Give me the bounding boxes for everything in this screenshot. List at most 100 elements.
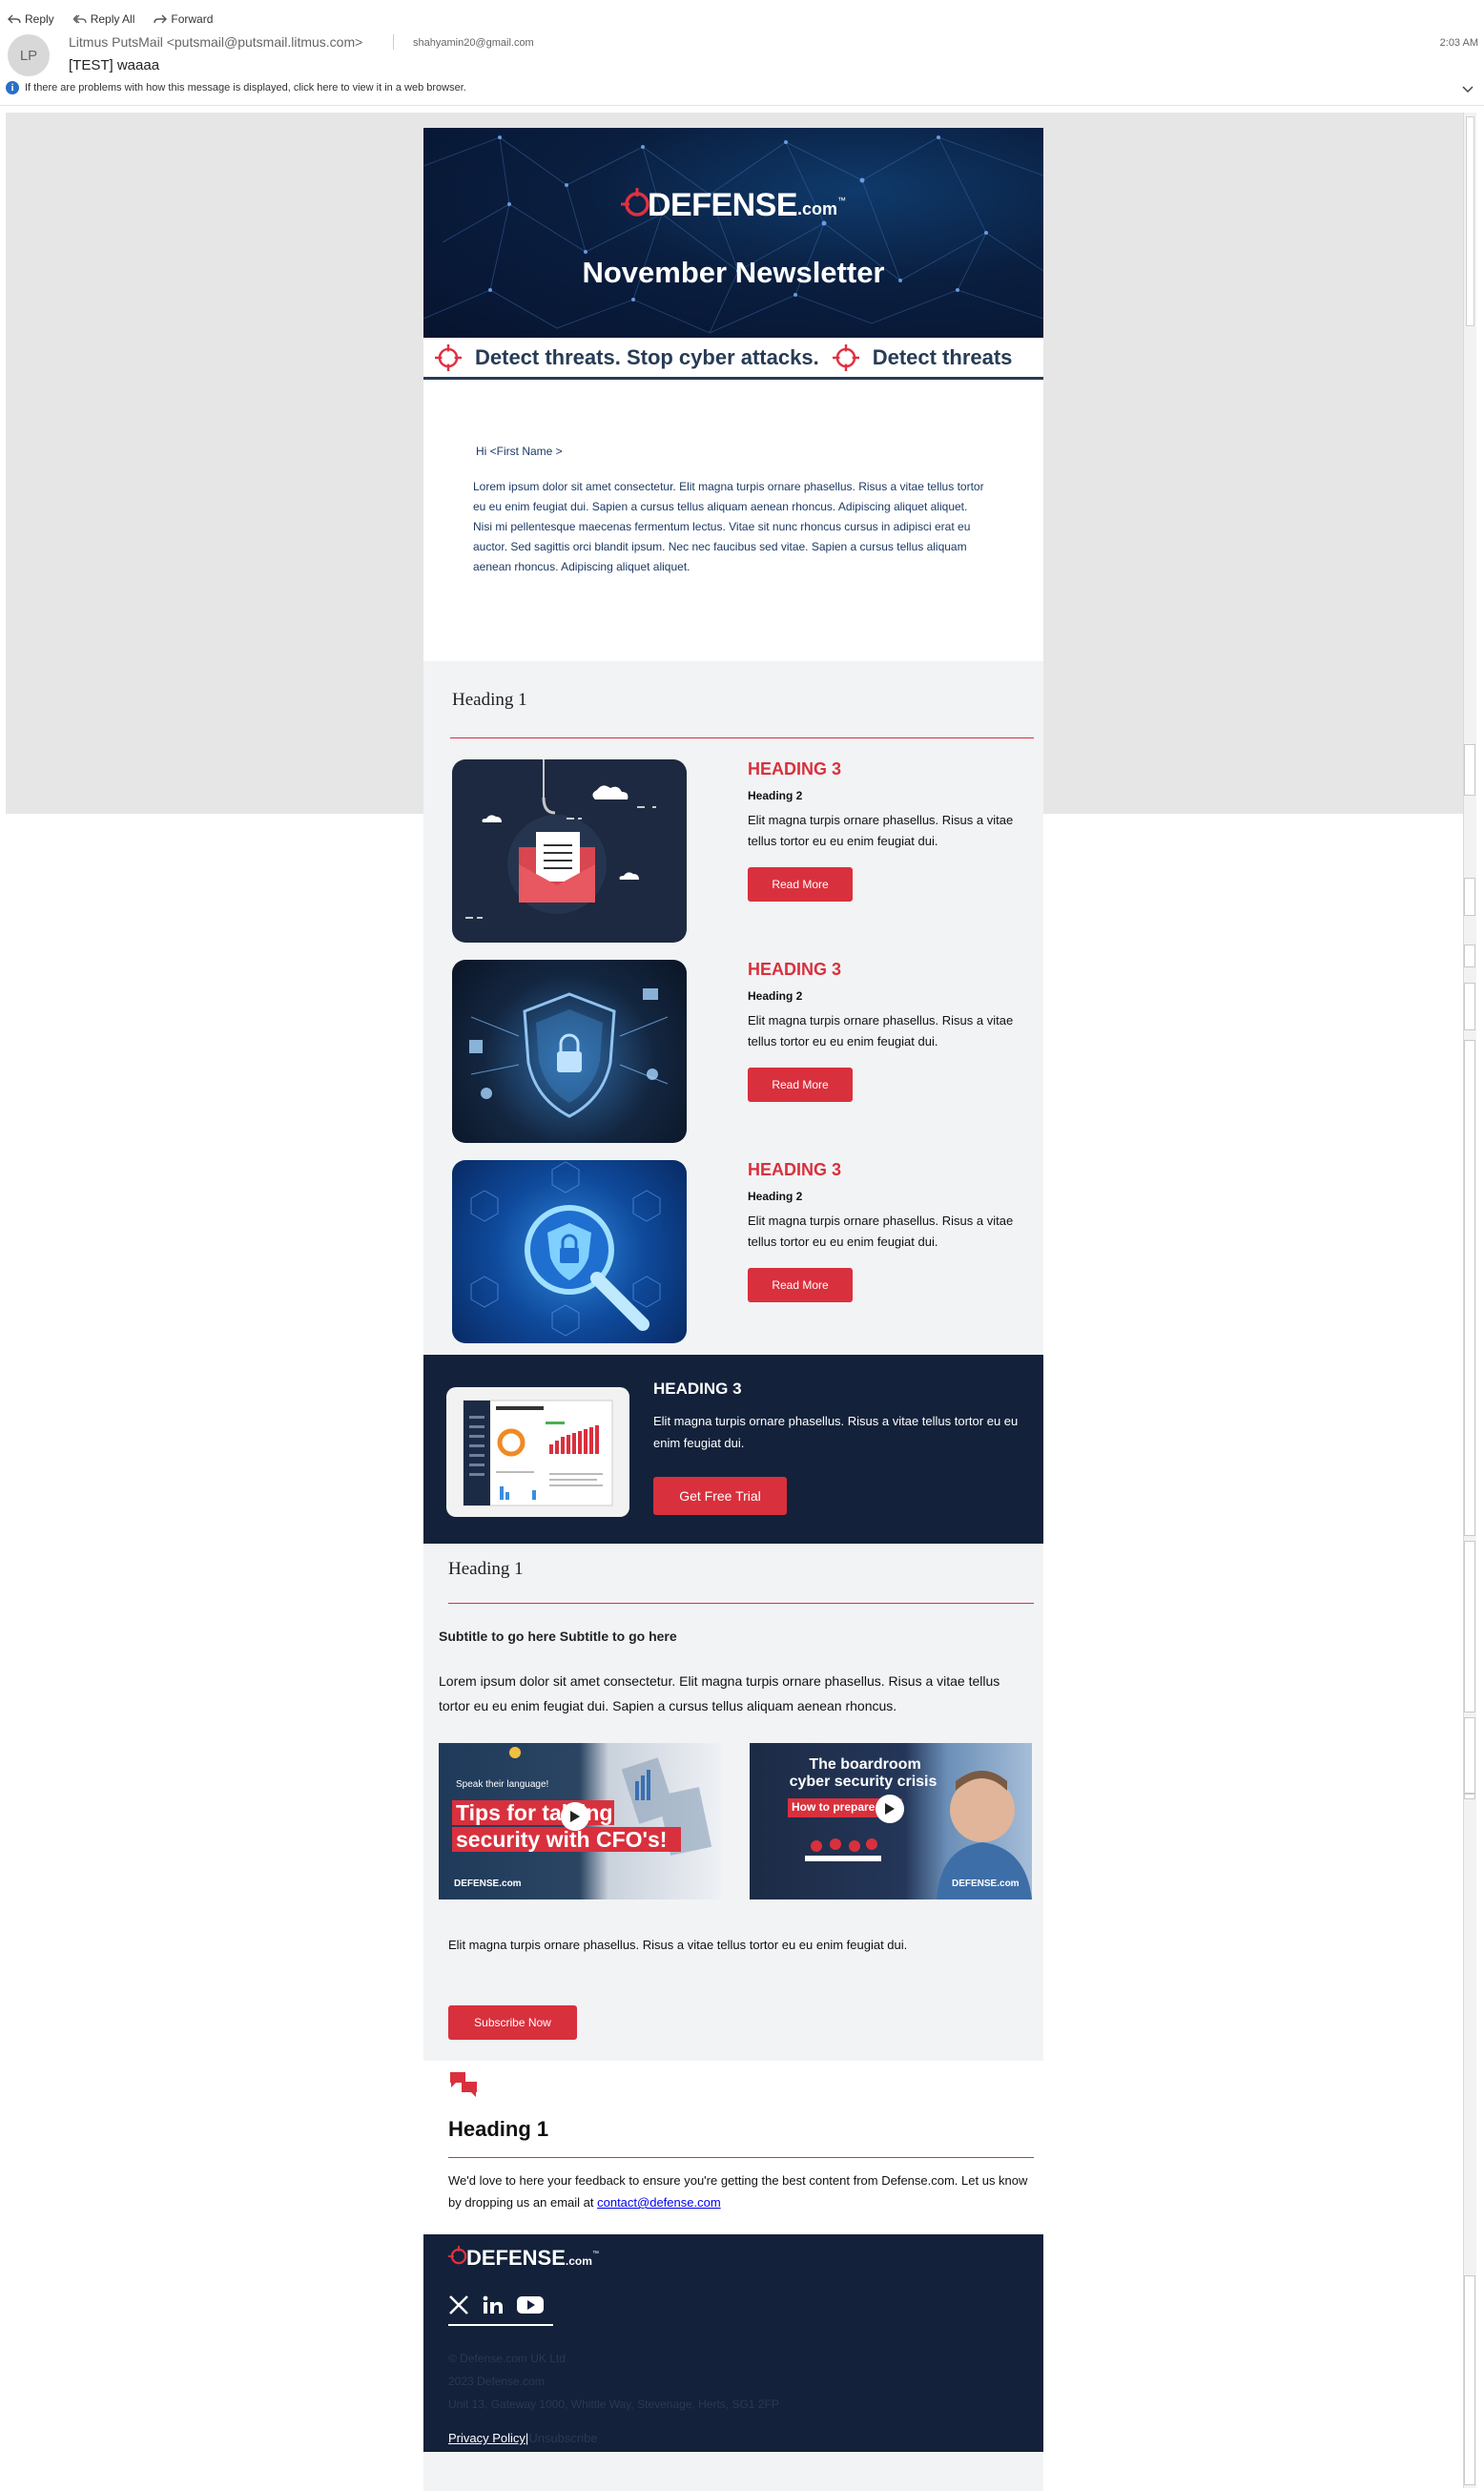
scrollbar-marker [1464,744,1475,796]
intro-paragraph-2: Nisi mi pellentesque maecenas fermentum … [473,520,971,573]
chevron-down-icon[interactable] [1459,82,1476,97]
video-brand: DEFENSE.com [952,1879,1020,1889]
feedback-heading: Heading 1 [448,2117,549,2141]
magnifier-lock-icon[interactable] [452,1160,687,1343]
footer-address: Unit 13, Gateway 1000, Whittle Way, Stev… [448,2398,779,2411]
email-bottom-spacer [423,2452,1043,2491]
play-icon[interactable] [561,1802,589,1831]
newsletter-banner: DEFENSE .com ™ November Newsletter [423,128,1043,338]
footer: DEFENSE .com ™ © Defense.com UK Ltd 2023… [423,2234,1043,2460]
reply-all-label: Reply All [90,12,135,26]
article-summary: Elit magna turpis ornare phasellus. Risu… [748,813,1014,848]
unsubscribe-link[interactable]: Unsubscribe [528,2431,597,2445]
scrollbar-marker [1464,1040,1475,1536]
phishing-envelope-icon[interactable] [452,759,687,943]
scrollbar-marker [1464,945,1475,967]
trademark: ™ [837,195,847,205]
target-icon [435,343,462,371]
forward-button[interactable]: Forward [154,10,213,29]
avatar[interactable]: LP [8,34,50,76]
message-toolbar: Reply Reply All Forward [8,10,213,29]
article-heading-3: HEADING 3 [748,1160,842,1179]
reply-icon [8,13,21,25]
info-text[interactable]: If there are problems with how this mess… [25,82,466,93]
read-more-button[interactable]: Read More [748,1268,853,1302]
articles-section: Heading 1 HEADING 3 Heading 2 Elit magna… [423,661,1043,1355]
footer-divider [448,2324,553,2326]
video-thumbnail[interactable]: Speak their language! Tips for talking s… [439,1743,721,1899]
forward-label: Forward [171,12,214,26]
video-caption: Elit magna turpis ornare phasellus. Risu… [448,1938,908,1952]
info-bar[interactable]: i If there are problems with how this me… [6,81,466,94]
social-links [448,2295,544,2315]
scrollbar-marker [1464,1541,1475,1713]
intro-paragraph-1: Lorem ipsum dolor sit amet consectetur. … [473,480,984,513]
red-divider [448,2157,1034,2158]
reply-button[interactable]: Reply [8,10,54,29]
feedback-section: Heading 1 We'd love to here your feedbac… [423,2061,1043,2234]
section-heading: Heading 1 [448,1559,524,1579]
reply-all-button[interactable]: Reply All [72,10,135,29]
brand-name: DEFENSE [647,187,798,223]
subtitle: Subtitle to go here Subtitle to go here [439,1629,677,1644]
recipient[interactable]: shahyamin20@gmail.com [413,37,534,49]
footer-brand: DEFENSE [466,2246,566,2270]
header-divider [393,34,394,50]
dashboard-preview-image[interactable] [446,1387,629,1517]
network-pattern [423,135,1043,334]
article-heading-3: HEADING 3 [748,960,842,979]
article-text: HEADING 3 Heading 2 Elit magna turpis or… [748,759,1043,960]
article-heading-3: HEADING 3 [748,759,842,778]
video-title-line-2: security with CFO's! [456,1827,668,1852]
defense-logo[interactable]: DEFENSE .com ™ [423,187,1043,224]
footer-brand-suffix: .com [565,2254,592,2268]
chat-bubbles-icon [450,2072,477,2097]
scrollbar-thumb[interactable] [1466,116,1474,326]
video-title-line-3: How to prepare [792,1800,876,1814]
article-summary: Elit magna turpis ornare phasellus. Risu… [748,1013,1014,1048]
scrollbar-marker [1464,983,1475,1030]
subject: [TEST] waaaa [69,57,160,73]
tagline: Detect threats. Stop cyber attacks. [475,344,819,369]
sender[interactable]: Litmus PutsMail <putsmail@putsmail.litmu… [69,34,362,50]
article-text: HEADING 3 Heading 2 Elit magna turpis or… [748,960,1043,1160]
scrollbar-marker [1464,2275,1475,2485]
free-trial-promo: HEADING 3 Elit magna turpis ornare phase… [423,1355,1043,1544]
article-heading-2: Heading 2 [748,989,803,1003]
privacy-policy-link[interactable]: Privacy Policy [448,2431,526,2445]
linkedin-icon[interactable] [483,2295,504,2315]
subscribe-now-button[interactable]: Subscribe Now [448,2005,577,2040]
article-text: HEADING 3 Heading 2 Elit magna turpis or… [748,1160,1043,1355]
youtube-icon[interactable] [517,2295,544,2315]
newsletter-title: November Newsletter [582,256,885,289]
video-thumbnail[interactable]: The boardroom cyber security crisis How … [750,1743,1032,1899]
video-section: Heading 1 Subtitle to go here Subtitle t… [423,1544,1043,2061]
footer-trademark: ™ [591,2250,599,2257]
contact-email-link[interactable]: contact@defense.com [597,2195,721,2210]
intro-section: Hi <First Name > Lorem ipsum dolor sit a… [423,380,1043,661]
x-icon[interactable] [448,2295,469,2315]
read-more-button[interactable]: Read More [748,1068,853,1102]
reply-all-icon [72,13,87,25]
play-icon[interactable] [876,1795,904,1823]
video-kicker: Speak their language! [456,1779,549,1790]
cyber-shield-icon[interactable] [452,960,687,1143]
get-free-trial-button[interactable]: Get Free Trial [653,1477,787,1515]
section-heading: Heading 1 [452,690,527,710]
article-summary: Elit magna turpis ornare phasellus. Risu… [748,1214,1014,1249]
scrollbar-marker [1464,1717,1475,1794]
greeting: Hi <First Name > [476,445,563,458]
section-paragraph: Lorem ipsum dolor sit amet consectetur. … [439,1673,1000,1713]
target-icon [832,343,859,371]
feedback-text: We'd love to here your feedback to ensur… [448,2169,1030,2213]
video-title-line-2: cyber security crisis [789,1774,938,1790]
received-time: 2:03 AM [1439,37,1478,49]
footer-links: Privacy Policy|Unsubscribe [448,2431,598,2445]
footer-year: 2023 Defense.com [448,2375,545,2388]
video-brand: DEFENSE.com [454,1879,522,1889]
footer-legal: © Defense.com UK Ltd 2023 Defense.com Un… [448,2347,779,2416]
intro-paragraph: Lorem ipsum dolor sit amet consectetur. … [473,477,990,577]
promo-heading-3: HEADING 3 [653,1380,742,1398]
footer-logo[interactable]: DEFENSE .com ™ [448,2246,599,2271]
read-more-button[interactable]: Read More [748,867,853,902]
